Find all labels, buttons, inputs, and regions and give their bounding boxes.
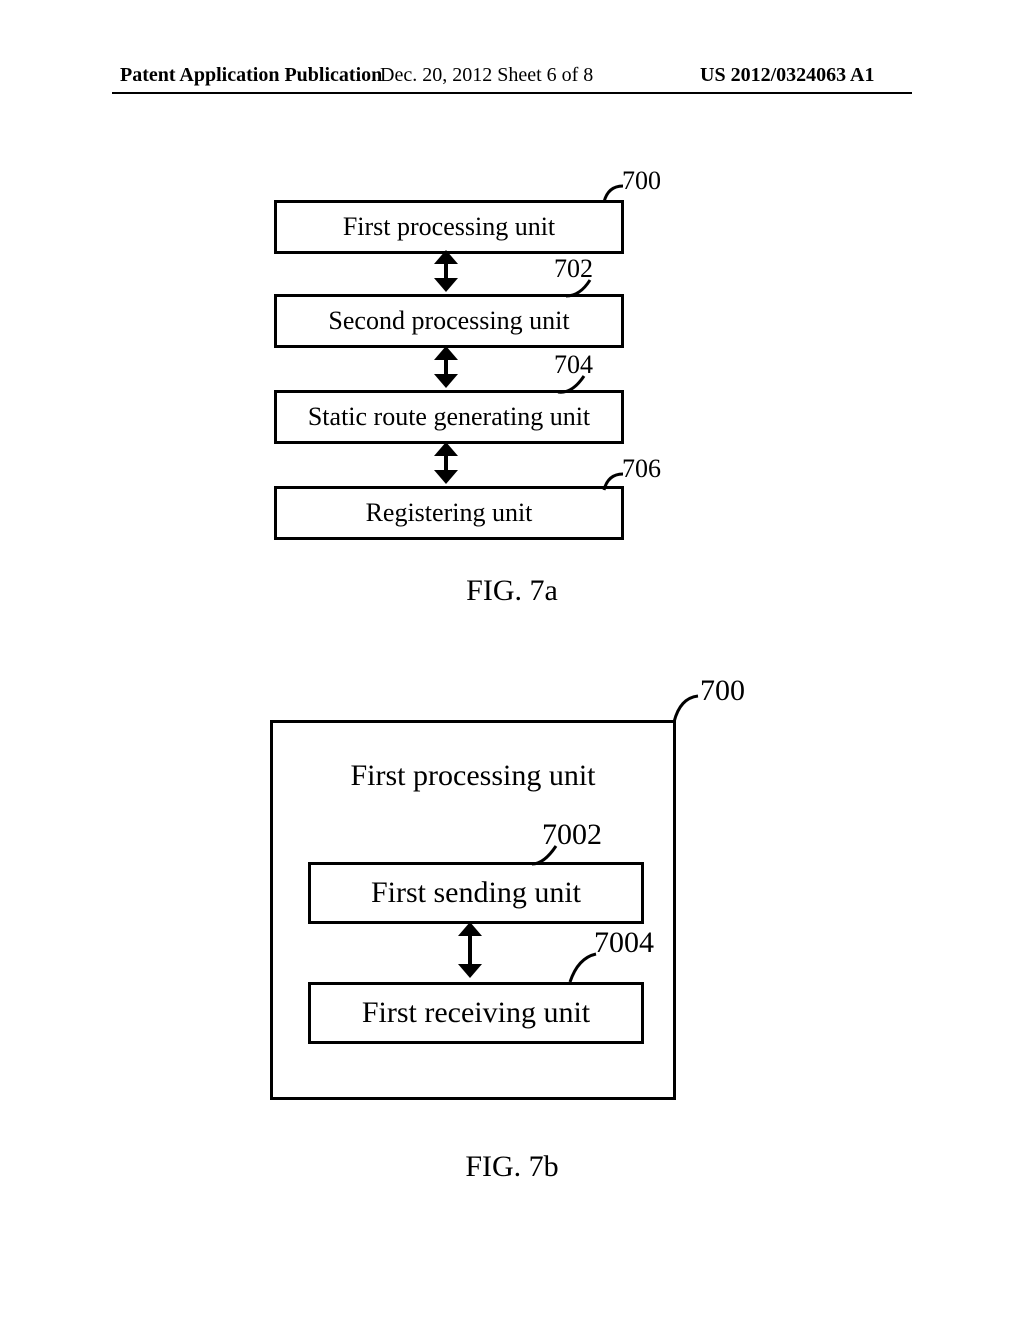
block-label: Static route generating unit (308, 402, 590, 432)
block-label: First processing unit (343, 212, 555, 242)
header-rule (112, 92, 912, 94)
header-left: Patent Application Publication (120, 64, 382, 87)
block-label: First processing unit (351, 759, 596, 793)
block-registering-unit: Registering unit (274, 486, 624, 540)
bidir-arrow-icon (434, 250, 458, 292)
block-first-sending-unit: First sending unit (308, 862, 644, 924)
header-right: US 2012/0324063 A1 (700, 64, 874, 87)
figure-caption-7a: FIG. 7a (0, 574, 1024, 608)
header-mid: Dec. 20, 2012 Sheet 6 of 8 (380, 64, 593, 87)
block-first-receiving-unit: First receiving unit (308, 982, 644, 1044)
page: Patent Application Publication Dec. 20, … (0, 0, 1024, 1320)
block-label: First receiving unit (362, 996, 590, 1030)
figure-caption-7b: FIG. 7b (0, 1150, 1024, 1184)
block-label: Registering unit (366, 498, 533, 528)
block-first-processing-unit: First processing unit (274, 200, 624, 254)
bidir-arrow-icon (434, 442, 458, 484)
block-label: Second processing unit (328, 306, 569, 336)
block-label: First sending unit (371, 876, 581, 910)
ref-700b: 700 (700, 674, 745, 708)
bidir-arrow-icon (458, 922, 482, 978)
bidir-arrow-icon (434, 346, 458, 388)
